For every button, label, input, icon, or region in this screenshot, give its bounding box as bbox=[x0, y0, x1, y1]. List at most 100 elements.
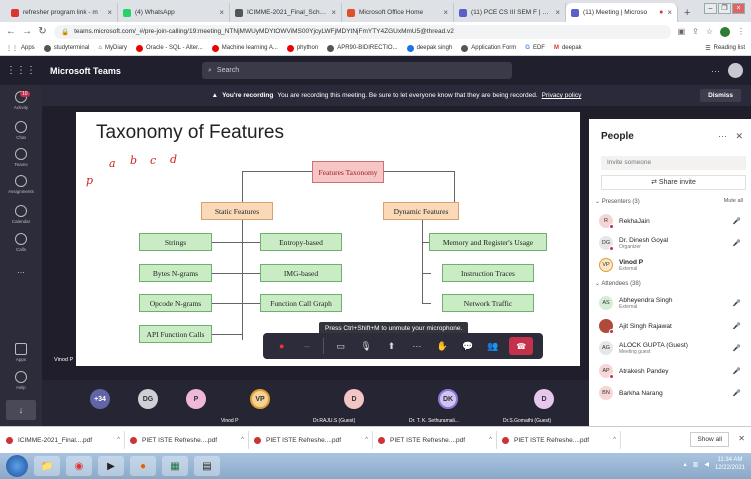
back-icon[interactable]: ← bbox=[6, 26, 16, 37]
mic-off-icon[interactable]: 🎙 bbox=[357, 341, 375, 352]
bookmark-item[interactable]: Application Form bbox=[461, 44, 516, 52]
participant-row[interactable]: R RekhaJain 🎤 bbox=[599, 211, 749, 231]
download-item[interactable]: PIET ISTE Refreshe....pdf ^ bbox=[502, 431, 621, 449]
chrome-icon[interactable]: ◉ bbox=[66, 456, 92, 476]
close-icon[interactable]: × bbox=[667, 8, 672, 17]
hang-up-button[interactable]: ☎ bbox=[509, 337, 534, 355]
new-tab-button[interactable]: + bbox=[678, 7, 696, 22]
browser-tab[interactable]: refresher program link - m × bbox=[6, 3, 118, 22]
share-icon[interactable]: ⇪ bbox=[692, 27, 699, 36]
url-field[interactable]: 🔒 teams.microsoft.com/_#/pre-join-callin… bbox=[54, 24, 671, 39]
close-icon[interactable]: × bbox=[107, 8, 112, 17]
download-icon[interactable]: ↓ bbox=[6, 400, 36, 420]
bookmark-item[interactable]: Mdeepak bbox=[554, 45, 582, 51]
close-icon[interactable]: × bbox=[331, 8, 336, 17]
participant-tile[interactable]: DG bbox=[130, 380, 166, 426]
dismiss-button[interactable]: Dismiss bbox=[700, 89, 741, 102]
menu-icon[interactable]: ⋮ bbox=[737, 27, 745, 36]
chat-icon[interactable]: 💬 bbox=[459, 341, 477, 352]
browser-tab[interactable]: (4) WhatsApp × bbox=[118, 3, 230, 22]
bookmark-item[interactable]: phython bbox=[286, 44, 318, 52]
close-icon[interactable]: × bbox=[555, 8, 560, 17]
bookmark-item[interactable]: deepak singh bbox=[406, 44, 452, 52]
participant-row[interactable]: AS Abheyendra Singh External 🎤 bbox=[599, 293, 749, 313]
tray-arrow-icon[interactable]: ▴ bbox=[684, 461, 687, 468]
firefox-icon[interactable]: ● bbox=[130, 456, 156, 476]
download-item[interactable]: PIET ISTE Refreshe....pdf ^ bbox=[254, 431, 373, 449]
excel-icon[interactable]: ▦ bbox=[162, 456, 188, 476]
close-icon[interactable]: × bbox=[443, 8, 448, 17]
participant-row[interactable]: AG ALOCK GUPTA (Guest) Meeting guest 🎤 bbox=[599, 338, 749, 358]
reload-icon[interactable]: ↻ bbox=[38, 26, 47, 37]
raise-hand-icon[interactable]: ✋ bbox=[433, 341, 451, 352]
rail-calls[interactable]: Calls bbox=[0, 233, 42, 252]
presenters-section-label[interactable]: ⌄ Presenters (3) bbox=[595, 198, 640, 205]
rail-teams[interactable]: Teams bbox=[0, 148, 42, 167]
privacy-policy-link[interactable]: Privacy policy bbox=[542, 92, 582, 99]
participant-tile[interactable]: VP Vinod P bbox=[218, 380, 308, 426]
search-input[interactable]: ⌕ Search bbox=[202, 62, 512, 79]
browser-tab[interactable]: (11) PCE CS III SEM F | Micr × bbox=[454, 3, 566, 22]
more-options-icon[interactable]: ··· bbox=[711, 66, 720, 76]
rail-chat[interactable]: Chat bbox=[0, 121, 42, 140]
participant-row[interactable]: AP Atrakesh Pandey 🎤 bbox=[599, 361, 749, 381]
chevron-up-icon[interactable]: ^ bbox=[241, 437, 244, 443]
participant-tile[interactable]: P bbox=[178, 380, 214, 426]
more-participants-count[interactable]: +34 bbox=[90, 389, 110, 409]
bookmark-item[interactable]: studyterminal bbox=[43, 44, 89, 52]
rail-more[interactable]: ... bbox=[0, 265, 42, 275]
reading-list[interactable]: ☰ Reading list bbox=[705, 45, 745, 52]
share-invite-button[interactable]: ⇄ Share invite bbox=[601, 175, 746, 190]
participant-row[interactable]: Ajit Singh Rajawat 🎤 bbox=[599, 316, 749, 336]
camera-off-icon[interactable]: ▭ bbox=[332, 341, 350, 352]
clock[interactable]: 11:34 AM 12/22/2021 bbox=[715, 456, 745, 472]
paint-icon[interactable]: ▤ bbox=[194, 456, 220, 476]
close-icon[interactable]: ✕ bbox=[735, 131, 743, 141]
download-item[interactable]: PIET ISTE Refreshe....pdf ^ bbox=[378, 431, 497, 449]
participant-tile[interactable]: +34 bbox=[80, 380, 116, 426]
file-explorer-icon[interactable]: 📁 bbox=[34, 456, 60, 476]
participants-icon[interactable]: 👥 bbox=[484, 341, 502, 352]
browser-tab[interactable]: ICIMME-2021_Final_Schedu × bbox=[230, 3, 342, 22]
chevron-up-icon[interactable]: ^ bbox=[489, 437, 492, 443]
close-icon[interactable]: × bbox=[219, 8, 224, 17]
bookmark-item[interactable]: Machine learning A... bbox=[211, 44, 278, 52]
mute-all-button[interactable]: Mute all bbox=[724, 198, 743, 204]
profile-icon[interactable] bbox=[720, 26, 730, 37]
share-screen-icon[interactable]: ⬆ bbox=[382, 341, 400, 352]
avatar[interactable] bbox=[728, 63, 743, 78]
media-player-icon[interactable]: ▶ bbox=[98, 456, 124, 476]
app-launcher-icon[interactable]: ⋮⋮⋮ bbox=[0, 65, 42, 76]
bookmark-item[interactable]: ⌂ MyDiary bbox=[98, 45, 127, 51]
rail-apps[interactable]: Apps bbox=[0, 343, 42, 362]
participant-row[interactable]: BN Barkha Narang 🎤 bbox=[599, 383, 749, 403]
more-actions-icon[interactable]: ··· bbox=[408, 341, 426, 351]
download-item[interactable]: PIET ISTE Refreshe....pdf ^ bbox=[130, 431, 249, 449]
rail-calendar[interactable]: Calendar bbox=[0, 205, 42, 224]
restore-icon[interactable]: ❐ bbox=[718, 3, 731, 14]
bookmark-item[interactable]: Oracle - SQL - Alter... bbox=[136, 44, 203, 52]
participant-row[interactable]: DG Dr. Dinesh Goyal Organizer 🎤 bbox=[599, 233, 749, 253]
more-options-icon[interactable]: ··· bbox=[718, 131, 727, 141]
rail-assignments[interactable]: Assignments bbox=[0, 175, 42, 194]
invite-input[interactable]: Invite someone bbox=[601, 156, 746, 170]
forward-icon[interactable]: → bbox=[22, 26, 32, 37]
bookmark-apps[interactable]: ⋮⋮ Apps bbox=[6, 45, 35, 52]
star-icon[interactable]: ☆ bbox=[706, 27, 713, 36]
bookmark-item[interactable]: G EDF bbox=[525, 45, 545, 51]
participant-tile[interactable]: DK Dr. T. K. Sethuramali... bbox=[406, 380, 496, 426]
bookmark-item[interactable]: APR90-BIDIRECTIO... bbox=[327, 44, 398, 52]
close-window-icon[interactable]: × bbox=[732, 3, 745, 14]
participant-tile[interactable]: D Dr.RAJU.S (Guest) bbox=[310, 380, 400, 426]
participant-tile[interactable]: D Dr.S.Gomathi (Guest) bbox=[500, 380, 589, 426]
chevron-up-icon[interactable]: ^ bbox=[613, 437, 616, 443]
minimize-icon[interactable]: – bbox=[704, 3, 717, 14]
camera-icon[interactable]: ▣ bbox=[678, 27, 686, 36]
rail-activity[interactable]: Activity 10 bbox=[0, 91, 42, 110]
show-all-button[interactable]: Show all bbox=[690, 432, 729, 447]
rail-help[interactable]: Help bbox=[0, 371, 42, 390]
network-icon[interactable]: ▥ bbox=[693, 461, 699, 468]
browser-tab[interactable]: Microsoft Office Home × bbox=[342, 3, 454, 22]
chevron-up-icon[interactable]: ^ bbox=[117, 437, 120, 443]
browser-tab-active[interactable]: (11) Meeting | Microso ● × bbox=[566, 3, 678, 22]
